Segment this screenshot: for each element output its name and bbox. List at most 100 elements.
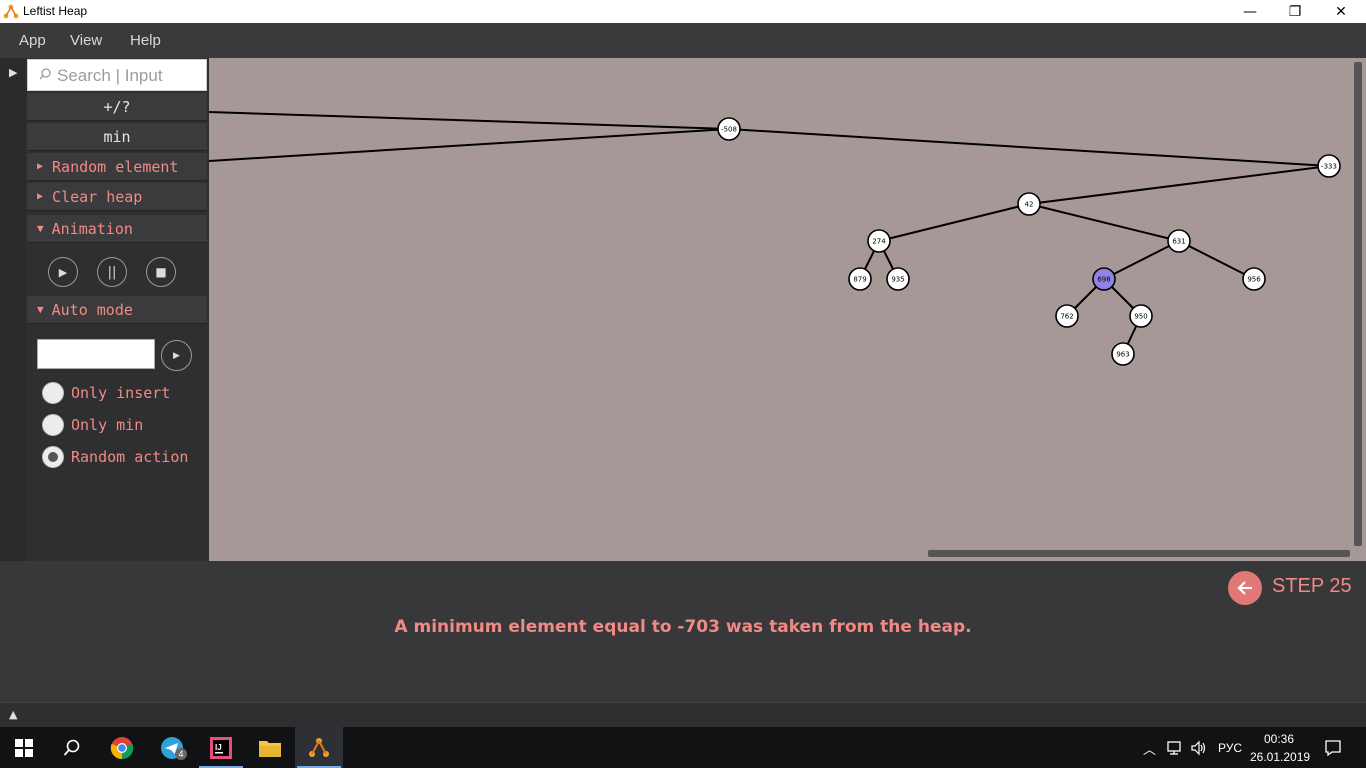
step-back-button[interactable]: [1228, 571, 1262, 605]
auto-mode-section[interactable]: ▼ Auto mode: [27, 296, 207, 324]
tree-edge: [1103, 240, 1180, 280]
min-button[interactable]: min: [27, 123, 207, 151]
taskbar-chrome[interactable]: [98, 727, 146, 768]
heap-node[interactable]: 274: [867, 229, 891, 253]
menu-help[interactable]: Help: [130, 32, 161, 49]
stop-button[interactable]: ■: [146, 257, 176, 287]
collapse-bar: [0, 702, 1366, 728]
windows-icon: [15, 738, 33, 757]
section-label: Random element: [52, 157, 179, 176]
search-icon: [39, 68, 51, 80]
heap-node[interactable]: 698: [1092, 267, 1116, 291]
volume-icon[interactable]: [1190, 740, 1208, 756]
heap-node[interactable]: 879: [848, 267, 872, 291]
app-logo-icon: [309, 737, 329, 757]
chevron-down-icon: ▼: [37, 303, 44, 316]
folder-icon: [259, 740, 281, 757]
arrow-left-icon: [1237, 581, 1252, 595]
heap-node-label: 42: [1025, 201, 1034, 209]
search-placeholder: Search | Input: [57, 66, 163, 85]
menu-app[interactable]: App: [19, 32, 46, 49]
tray-expand-icon[interactable]: ︿: [1143, 739, 1156, 758]
heap-node[interactable]: -508: [717, 117, 741, 141]
stop-icon: ■: [155, 265, 167, 279]
clear-heap-section[interactable]: ▶ Clear heap: [27, 183, 207, 211]
tree-edge: [1028, 203, 1180, 242]
taskbar-explorer[interactable]: [246, 727, 294, 768]
network-icon[interactable]: [1166, 740, 1184, 756]
taskbar-intellij[interactable]: IJ: [197, 727, 245, 768]
heap-node[interactable]: 631: [1167, 229, 1191, 253]
chevron-down-icon: ▼: [37, 222, 44, 235]
taskbar-search-button[interactable]: [48, 727, 96, 768]
app-logo-icon: [3, 4, 19, 19]
radio-only-insert[interactable]: Only insert: [42, 380, 170, 406]
play-icon: ▶: [173, 350, 180, 361]
taskbar-leftist-heap[interactable]: [295, 727, 343, 768]
play-button[interactable]: ▶: [48, 257, 78, 287]
radio-label: Only insert: [71, 384, 171, 402]
status-message: A minimum element equal to -703 was take…: [394, 617, 972, 637]
heap-node[interactable]: 762: [1055, 304, 1079, 328]
heap-node[interactable]: 963: [1111, 342, 1135, 366]
vertical-scrollbar[interactable]: [1354, 62, 1362, 546]
heap-node-label: 698: [1097, 276, 1110, 284]
expand-arrow-icon[interactable]: ▶: [9, 66, 17, 79]
tree-edge: [878, 203, 1030, 242]
play-icon: ▶: [58, 265, 68, 279]
chevron-right-icon: ▶: [37, 161, 44, 172]
radio-only-min[interactable]: Only min: [42, 412, 143, 438]
chevron-right-icon: ▶: [37, 191, 44, 202]
sidebar-toggle-strip: [0, 58, 26, 561]
start-button[interactable]: [0, 727, 48, 768]
section-label: Clear heap: [52, 187, 143, 206]
horizontal-scrollbar[interactable]: [928, 550, 1350, 557]
svg-text:IJ: IJ: [215, 743, 222, 752]
chrome-icon: [110, 736, 134, 759]
radio-circle[interactable]: [42, 382, 64, 404]
close-button[interactable]: ✕: [1318, 0, 1364, 23]
clock-date[interactable]: 26.01.2019: [1250, 750, 1310, 764]
radio-circle[interactable]: [42, 414, 64, 436]
auto-mode-input[interactable]: [37, 339, 155, 369]
heap-tree: -508 -333 42 274 879 935 631 698 956 762 950 963: [209, 111, 1341, 366]
animation-section[interactable]: ▼ Animation: [27, 215, 207, 243]
menu-view[interactable]: View: [70, 32, 102, 49]
restore-button[interactable]: ❐: [1272, 0, 1318, 23]
heap-node-label: 879: [853, 276, 866, 284]
radio-label: Random action: [71, 448, 189, 466]
menu-bar: [0, 24, 1366, 58]
step-counter: STEP 25: [1272, 575, 1352, 597]
heap-node-label: -333: [1321, 163, 1337, 171]
radio-circle-selected[interactable]: [42, 446, 64, 468]
heap-node[interactable]: 950: [1129, 304, 1153, 328]
radio-label: Only min: [71, 416, 144, 434]
window-title: Leftist Heap: [23, 4, 88, 18]
heap-node[interactable]: 956: [1242, 267, 1266, 291]
taskbar-telegram[interactable]: 4: [148, 727, 196, 768]
pause-button[interactable]: ||: [97, 257, 127, 287]
heap-node[interactable]: 42: [1017, 192, 1041, 216]
heap-node-label: 274: [872, 238, 886, 246]
insert-button[interactable]: +/?: [27, 93, 207, 121]
auto-run-button[interactable]: ▶: [161, 340, 192, 371]
radio-random-action[interactable]: Random action: [42, 444, 188, 470]
heap-node[interactable]: 935: [886, 267, 910, 291]
keyboard-language[interactable]: РУС: [1218, 741, 1242, 755]
clock-time[interactable]: 00:36: [1254, 732, 1304, 746]
heap-canvas[interactable]: -508 -333 42 274 879 935 631 698 956 762 950 963: [209, 58, 1366, 561]
collapse-arrow-icon[interactable]: ▲: [9, 708, 17, 721]
tree-edge: [209, 128, 730, 162]
search-icon: [63, 739, 80, 756]
heap-node-label: 935: [891, 276, 904, 284]
heap-node-label: 956: [1247, 276, 1261, 284]
close-icon: ✕: [1335, 3, 1347, 20]
tree-edge: [209, 111, 730, 130]
heap-node-label: 631: [1172, 238, 1185, 246]
notification-badge: 4: [175, 748, 187, 760]
notifications-icon[interactable]: [1324, 739, 1342, 757]
minimize-button[interactable]: —: [1227, 0, 1273, 23]
intellij-icon: IJ: [210, 736, 232, 759]
heap-node[interactable]: -333: [1317, 154, 1341, 178]
random-element-section[interactable]: ▶ Random element: [27, 153, 207, 181]
